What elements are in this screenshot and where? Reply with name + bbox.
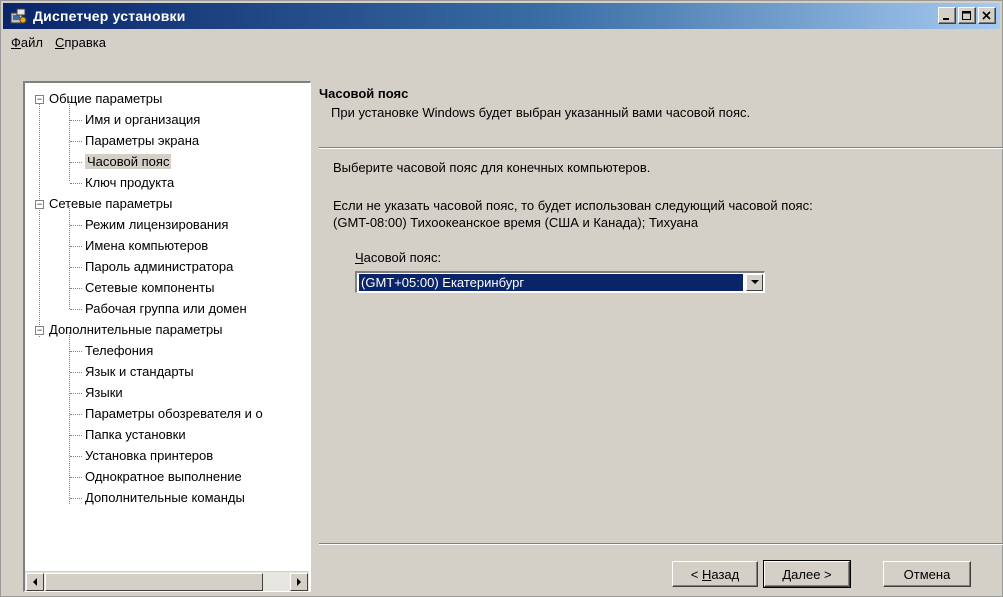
maximize-button[interactable]: [958, 7, 976, 24]
arrow-right-icon: [297, 578, 301, 586]
tree-line: [70, 267, 82, 268]
setup-manager-icon: [9, 7, 27, 25]
title-bar[interactable]: Диспетчер установки: [3, 3, 1000, 29]
tree-line: [70, 414, 82, 415]
tree-item-regional[interactable]: Язык и стандарты: [85, 362, 194, 382]
tree-item-admin-password[interactable]: Пароль администратора: [85, 257, 233, 277]
tree-line: [70, 498, 82, 499]
tree-line: [70, 162, 82, 163]
tree-item-browser-settings[interactable]: Параметры обозревателя и о: [85, 404, 263, 424]
tree-group-advanced[interactable]: Дополнительные параметры: [49, 320, 223, 340]
tree-item-telephony[interactable]: Телефония: [85, 341, 153, 361]
tree-line: [69, 332, 70, 504]
tree-item-install-folder[interactable]: Папка установки: [85, 425, 186, 445]
cancel-button[interactable]: Отмена: [883, 561, 971, 587]
tree-item-product-key[interactable]: Ключ продукта: [85, 173, 174, 193]
tree-item-name-org[interactable]: Имя и организация: [85, 110, 200, 130]
collapse-icon[interactable]: −: [35, 326, 44, 335]
horizontal-scrollbar[interactable]: [25, 571, 309, 591]
tree-group-general[interactable]: Общие параметры: [49, 89, 162, 109]
dropdown-button[interactable]: [746, 274, 763, 291]
tree-item-licensing[interactable]: Режим лицензирования: [85, 215, 228, 235]
default-timezone-note: Если не указать часовой пояс, то будет и…: [333, 197, 813, 231]
page-header: Часовой пояс При установке Windows будет…: [319, 86, 979, 120]
timezone-field-label: Часовой пояс:: [355, 250, 442, 265]
tree-item-timezone[interactable]: Часовой пояс: [85, 152, 172, 172]
collapse-icon[interactable]: −: [35, 95, 44, 104]
tree-item-network-components[interactable]: Сетевые компоненты: [85, 278, 214, 298]
timezone-selected-value: (GMT+05:00) Екатеринбург: [358, 273, 744, 292]
settings-tree-panel: − Общие параметры Имя и организация Пара…: [23, 81, 311, 592]
scroll-left-button[interactable]: [26, 573, 44, 591]
window-title: Диспетчер установки: [33, 8, 186, 24]
tree-line: [70, 288, 82, 289]
note-line-2: (GMT-08:00) Тихоокеанское время (США и К…: [333, 215, 699, 230]
minimize-button[interactable]: [938, 7, 956, 24]
tree-item-additional-commands[interactable]: Дополнительные команды: [85, 488, 245, 508]
tree-line: [70, 477, 82, 478]
tree-line: [70, 246, 82, 247]
page-subtitle: При установке Windows будет выбран указа…: [331, 105, 751, 120]
tree-line: [70, 225, 82, 226]
menu-help[interactable]: Справка: [49, 33, 112, 53]
tree-line: [70, 456, 82, 457]
page-title: Часовой пояс: [319, 86, 409, 101]
tree-item-computer-names[interactable]: Имена компьютеров: [85, 236, 208, 256]
tree-line: [69, 206, 70, 309]
arrow-left-icon: [33, 578, 37, 586]
tree-line: [70, 435, 82, 436]
timezone-select[interactable]: (GMT+05:00) Екатеринбург: [355, 271, 765, 293]
tree-item-workgroup-domain[interactable]: Рабочая группа или домен: [85, 299, 247, 319]
note-line-1: Если не указать часовой пояс, то будет и…: [333, 198, 813, 213]
tree-line: [70, 372, 82, 373]
tree-line: [70, 309, 82, 310]
menu-bar: Файл Справка: [5, 33, 112, 53]
tree-line: [70, 351, 82, 352]
header-divider: [319, 147, 1003, 149]
setup-manager-window: Диспетчер установки Файл Справка − Общие…: [0, 0, 1003, 597]
tree-line: [70, 120, 82, 121]
footer-divider: [319, 543, 1003, 545]
collapse-icon[interactable]: −: [35, 200, 44, 209]
tree-line: [70, 141, 82, 142]
back-button[interactable]: < Назад: [672, 561, 758, 587]
close-button[interactable]: [978, 7, 996, 24]
chevron-down-icon: [750, 280, 759, 284]
tree-item-printers[interactable]: Установка принтеров: [85, 446, 213, 466]
scroll-right-button[interactable]: [290, 573, 308, 591]
instruction-text: Выберите часовой пояс для конечных компь…: [333, 160, 651, 175]
tree-line: [70, 183, 82, 184]
tree-group-network[interactable]: Сетевые параметры: [49, 194, 172, 214]
tree-line: [39, 101, 40, 337]
next-button[interactable]: Далее >: [763, 560, 851, 588]
tree-item-run-once[interactable]: Однократное выполнение: [85, 467, 242, 487]
scrollbar-thumb[interactable]: [45, 573, 263, 591]
tree-line: [70, 393, 82, 394]
settings-tree[interactable]: − Общие параметры Имя и организация Пара…: [25, 87, 309, 563]
tree-item-display[interactable]: Параметры экрана: [85, 131, 199, 151]
tree-item-languages[interactable]: Языки: [85, 383, 123, 403]
menu-file[interactable]: Файл: [5, 33, 49, 53]
